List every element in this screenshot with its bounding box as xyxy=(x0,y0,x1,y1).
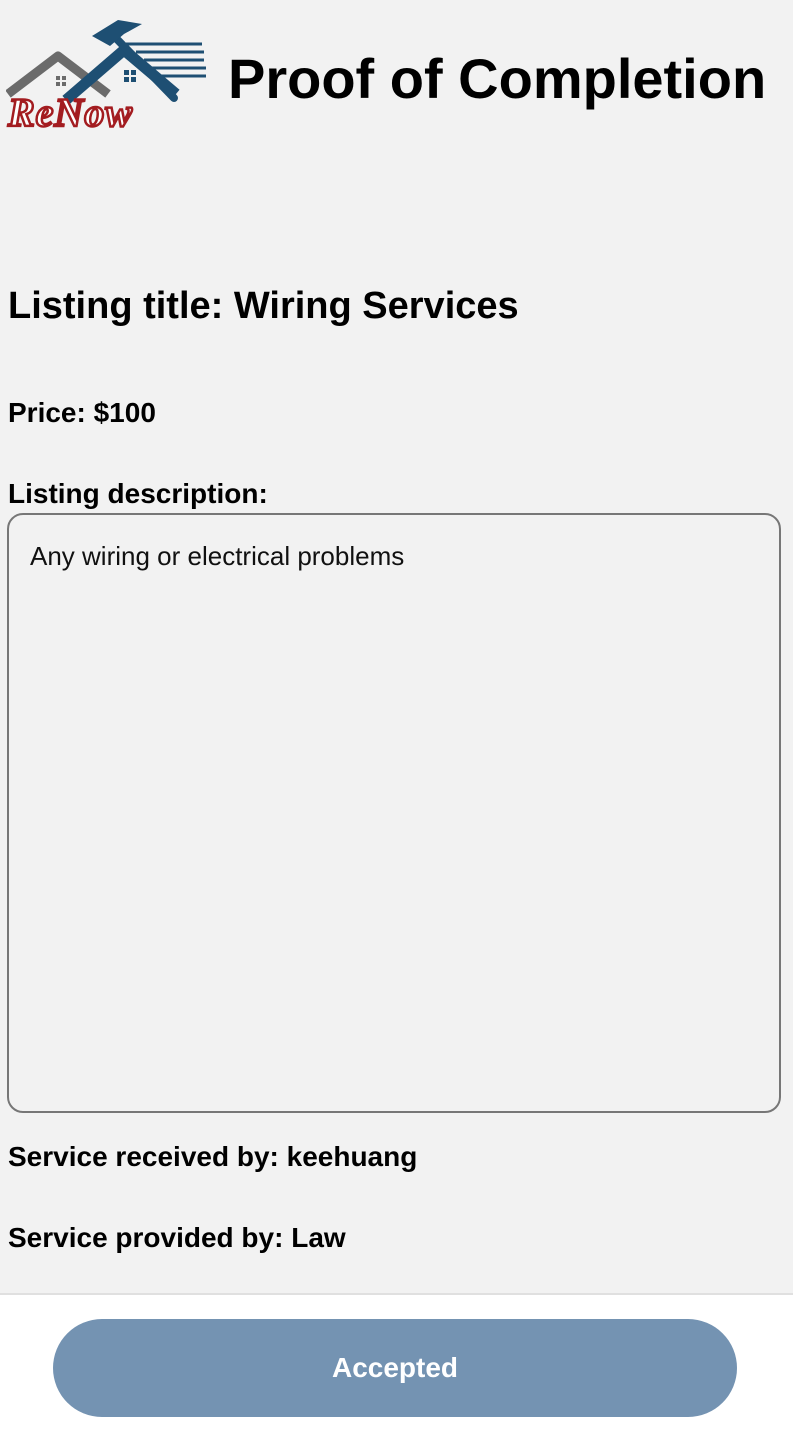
listing-title-label: Listing title: xyxy=(8,285,224,327)
listing-title-value: Wiring Services xyxy=(233,285,519,327)
description-label: Listing description: xyxy=(8,478,268,509)
listing-title: Listing title: Wiring Services xyxy=(8,282,519,330)
service-provided-by: Service provided by: Law xyxy=(8,1220,346,1256)
renow-logo: ReNow xyxy=(5,18,208,136)
footer-bar: Accepted xyxy=(0,1293,793,1434)
accepted-button[interactable]: Accepted xyxy=(53,1319,737,1417)
provided-value: Law xyxy=(291,1222,346,1253)
provided-label: Service provided by: xyxy=(8,1222,284,1253)
price: Price: $100 xyxy=(8,395,156,431)
price-value: $100 xyxy=(93,397,156,428)
header: ReNow Proof of Completion xyxy=(0,0,793,140)
price-label: Price: xyxy=(8,397,86,428)
svg-text:ReNow: ReNow xyxy=(7,90,133,130)
page-title: Proof of Completion xyxy=(228,47,767,110)
received-label: Service received by: xyxy=(8,1141,279,1172)
service-received-by: Service received by: keehuang xyxy=(8,1139,417,1175)
received-value: keehuang xyxy=(286,1141,418,1172)
description-field[interactable]: Any wiring or electrical problems xyxy=(7,513,781,1113)
